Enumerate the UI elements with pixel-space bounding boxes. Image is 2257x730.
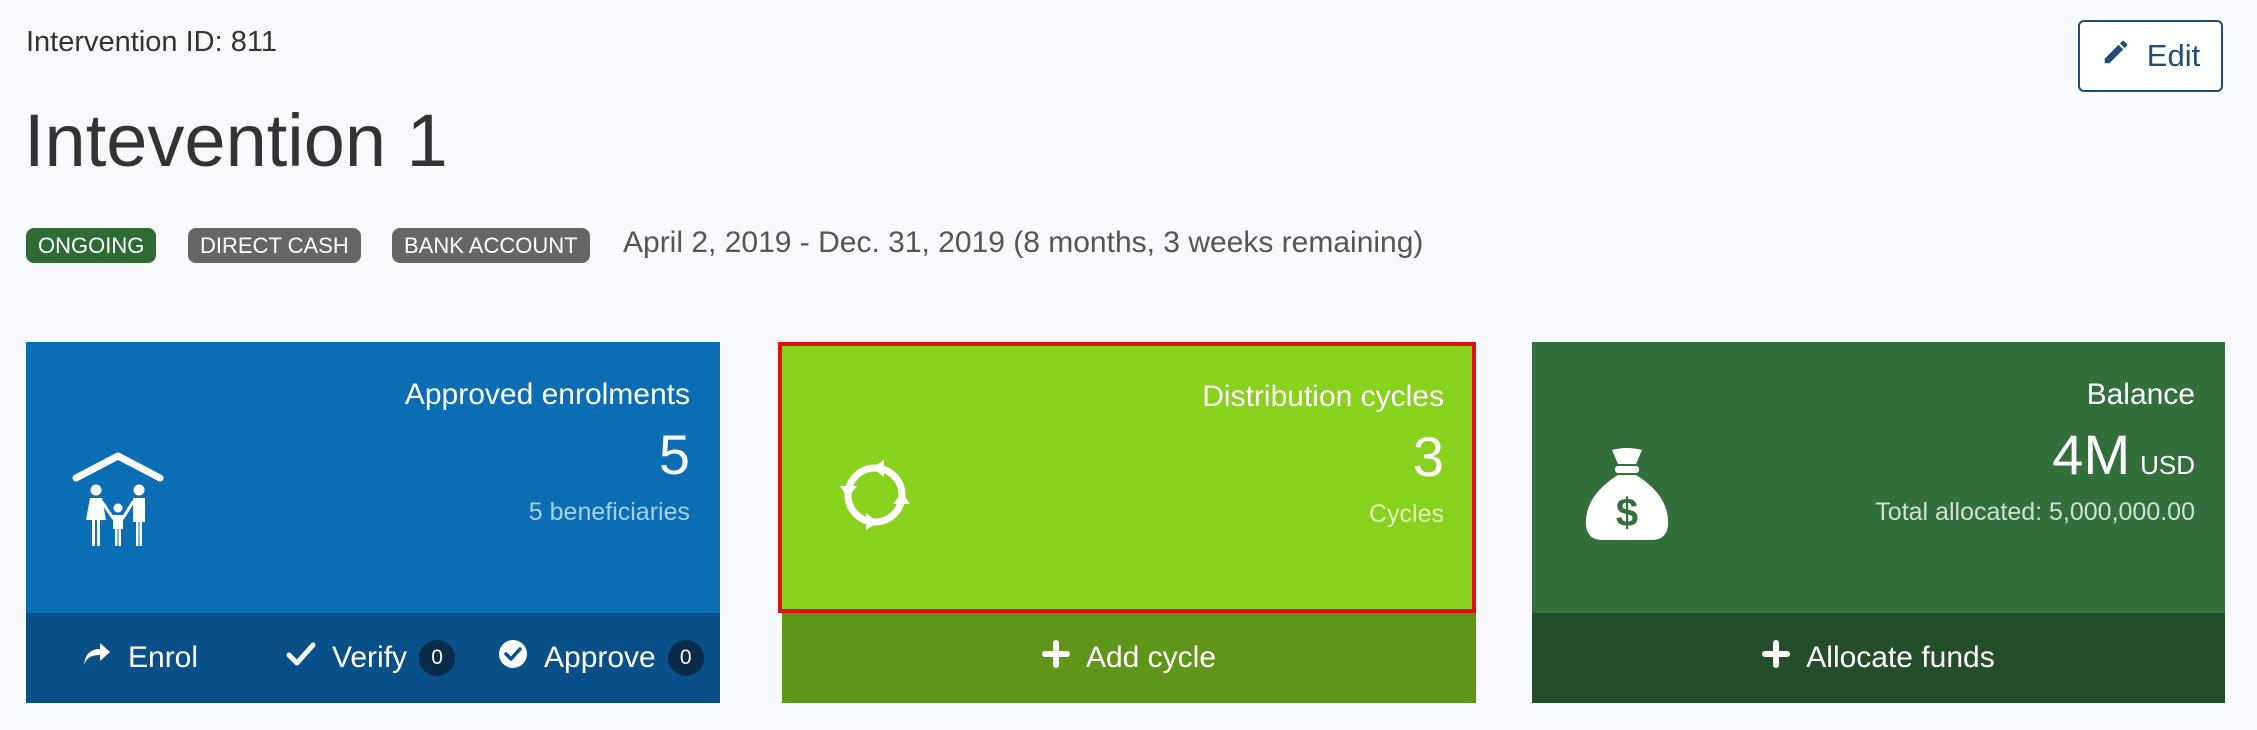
balance-value: 4M <box>2052 423 2131 486</box>
verify-count-badge: 0 <box>419 640 456 676</box>
balance-actions: Allocate funds <box>1532 613 2225 703</box>
add-cycle-button[interactable]: Add cycle <box>782 640 1476 676</box>
allocate-funds-button[interactable]: Allocate funds <box>1532 640 2225 676</box>
enrolments-title: Approved enrolments <box>404 378 690 411</box>
pencil-icon <box>2101 37 2131 75</box>
verify-label: Verify <box>332 641 408 674</box>
date-range: April 2, 2019 - Dec. 31, 2019 (8 months,… <box>623 226 1424 259</box>
share-arrow-icon <box>82 641 128 675</box>
enrol-button[interactable]: Enrol <box>82 641 198 675</box>
enrolments-card-body: Approved enrolments 5 5 beneficiaries <box>26 342 720 613</box>
cycles-title: Distribution cycles <box>1202 380 1444 413</box>
type-badge: DIRECT CASH <box>188 228 361 263</box>
balance-card-body: $ Balance 4M USD Total allocated: 5,000,0… <box>1532 342 2225 613</box>
status-badge: ONGOING <box>26 228 157 263</box>
balance-subtitle: Total allocated: 5,000,000.00 <box>1875 498 2195 526</box>
cycles-actions: Add cycle <box>782 613 1476 703</box>
balance-title: Balance <box>2086 378 2195 411</box>
cycles-card: Distribution cycles 3 Cycles Add cycle <box>778 342 1476 703</box>
enrolments-actions: Enrol Verify 0 Approve 0 <box>26 613 720 703</box>
verify-button[interactable]: Verify 0 <box>286 640 456 676</box>
edit-button[interactable]: Edit <box>2078 20 2223 92</box>
intervention-id: Intervention ID: 811 <box>26 26 277 58</box>
checkmark-icon <box>286 641 332 675</box>
cycles-subtitle: Cycles <box>1368 500 1444 528</box>
balance-unit: USD <box>2140 450 2195 480</box>
enrolments-card: Approved enrolments 5 5 beneficiaries En… <box>26 342 720 703</box>
approve-label: Approve <box>544 641 656 674</box>
add-cycle-label: Add cycle <box>1085 641 1217 674</box>
allocate-funds-label: Allocate funds <box>1806 641 1995 674</box>
money-bag-icon: $ <box>1582 446 1672 547</box>
balance-value-wrap: 4M USD <box>2052 422 2195 487</box>
check-circle-icon <box>498 639 544 677</box>
edit-button-label: Edit <box>2146 38 2201 73</box>
cycles-value: 3 <box>1412 425 1444 488</box>
enrol-label: Enrol <box>128 641 199 674</box>
enrolments-value: 5 <box>658 423 690 486</box>
balance-card: $ Balance 4M USD Total allocated: 5,000,0… <box>1532 342 2225 703</box>
svg-text:$: $ <box>1616 491 1638 535</box>
page-title: Intevention 1 <box>24 99 448 182</box>
method-badge: BANK ACCOUNT <box>392 228 590 263</box>
refresh-cycle-icon <box>840 460 910 535</box>
cycles-card-body[interactable]: Distribution cycles 3 Cycles <box>778 342 1476 613</box>
plus-icon <box>1762 640 1806 676</box>
family-shelter-icon <box>72 452 164 553</box>
approve-button[interactable]: Approve 0 <box>498 639 704 677</box>
approve-count-badge: 0 <box>667 640 704 676</box>
enrolments-subtitle: 5 beneficiaries <box>528 498 690 526</box>
plus-icon <box>1041 640 1086 676</box>
